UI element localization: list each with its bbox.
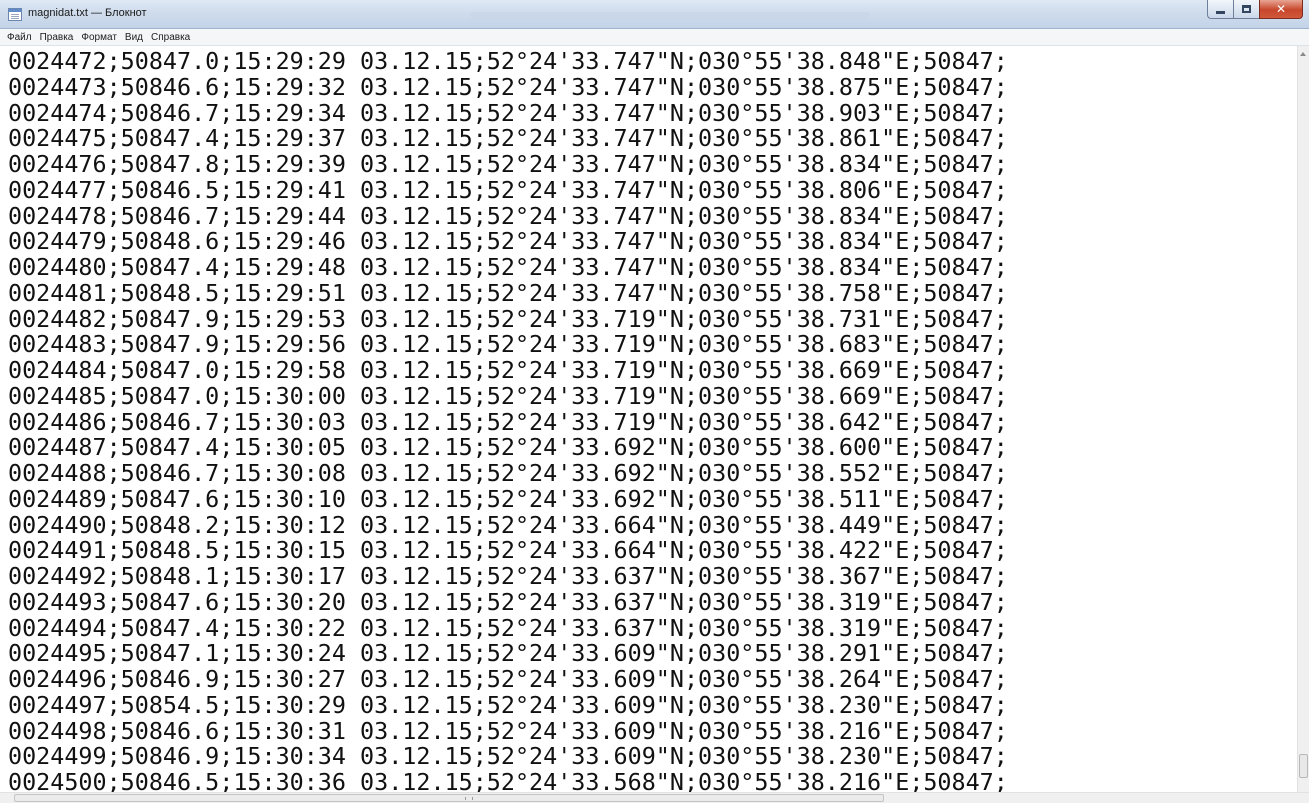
minimize-button[interactable] — [1207, 0, 1233, 19]
notepad-window: magnidat.txt — Блокнот ✕ Файл Правка Фор… — [0, 0, 1309, 803]
maximize-button[interactable] — [1233, 0, 1259, 19]
menu-view[interactable]: Вид — [121, 32, 147, 43]
text-line[interactable]: 0024490;50848.2;15:30:12 03.12.15;52°24'… — [8, 512, 1008, 539]
text-line[interactable]: 0024484;50847.0;15:29:58 03.12.15;52°24'… — [8, 357, 1008, 384]
vertical-scrollbar[interactable] — [1297, 46, 1309, 792]
text-line[interactable]: 0024474;50846.7;15:29:34 03.12.15;52°24'… — [8, 100, 1008, 127]
text-line[interactable]: 0024488;50846.7;15:30:08 03.12.15;52°24'… — [8, 460, 1008, 487]
menu-help[interactable]: Справка — [147, 32, 194, 43]
text-line[interactable]: 0024472;50847.0;15:29:29 03.12.15;52°24'… — [8, 48, 1008, 75]
text-line[interactable]: 0024482;50847.9;15:29:53 03.12.15;52°24'… — [8, 306, 1008, 333]
text-line[interactable]: 0024478;50846.7;15:29:44 03.12.15;52°24'… — [8, 203, 1008, 230]
close-button[interactable]: ✕ — [1259, 0, 1303, 19]
text-line[interactable]: 0024496;50846.9;15:30:27 03.12.15;52°24'… — [8, 666, 1008, 693]
scroll-up-arrow-icon[interactable] — [1300, 52, 1306, 56]
menu-file[interactable]: Файл — [3, 32, 36, 43]
text-line[interactable]: 0024498;50846.6;15:30:31 03.12.15;52°24'… — [8, 718, 1008, 745]
text-line[interactable]: 0024477;50846.5;15:29:41 03.12.15;52°24'… — [8, 177, 1008, 204]
title-bar[interactable]: magnidat.txt — Блокнот ✕ — [0, 0, 1309, 29]
text-line[interactable]: 0024489;50847.6;15:30:10 03.12.15;52°24'… — [8, 486, 1008, 513]
text-line[interactable]: 0024473;50846.6;15:29:32 03.12.15;52°24'… — [8, 74, 1008, 101]
horizontal-scroll-thumb[interactable] — [14, 794, 884, 802]
notepad-icon[interactable] — [8, 8, 22, 21]
text-line[interactable]: 0024485;50847.0;15:30:00 03.12.15;52°24'… — [8, 383, 1008, 410]
text-line[interactable]: 0024475;50847.4;15:29:37 03.12.15;52°24'… — [8, 125, 1008, 152]
text-line[interactable]: 0024499;50846.9;15:30:34 03.12.15;52°24'… — [8, 743, 1008, 770]
window-controls: ✕ — [1207, 0, 1303, 20]
text-line[interactable]: 0024481;50848.5;15:29:51 03.12.15;52°24'… — [8, 280, 1008, 307]
text-line[interactable]: 0024497;50854.5;15:30:29 03.12.15;52°24'… — [8, 692, 1008, 719]
text-line[interactable]: 0024493;50847.6;15:30:20 03.12.15;52°24'… — [8, 589, 1008, 616]
text-line[interactable]: 0024491;50848.5;15:30:15 03.12.15;52°24'… — [8, 537, 1008, 564]
text-line[interactable]: 0024480;50847.4;15:29:48 03.12.15;52°24'… — [8, 254, 1008, 281]
blurred-title-overlay — [470, 12, 870, 19]
window-title: magnidat.txt — Блокнот — [28, 7, 147, 19]
text-lines: 0024472;50847.0;15:29:29 03.12.15;52°24'… — [8, 48, 1008, 792]
text-line[interactable]: 0024492;50848.1;15:30:17 03.12.15;52°24'… — [8, 563, 1008, 590]
horizontal-scrollbar[interactable] — [0, 792, 1309, 803]
minimize-icon — [1216, 10, 1225, 14]
text-line[interactable]: 0024500;50846.5;15:30:36 03.12.15;52°24'… — [8, 769, 1008, 792]
text-line[interactable]: 0024487;50847.4;15:30:05 03.12.15;52°24'… — [8, 434, 1008, 461]
menu-format[interactable]: Формат — [77, 32, 121, 43]
text-line[interactable]: 0024479;50848.6;15:29:46 03.12.15;52°24'… — [8, 228, 1008, 255]
text-line[interactable]: 0024476;50847.8;15:29:39 03.12.15;52°24'… — [8, 151, 1008, 178]
text-line[interactable]: 0024486;50846.7;15:30:03 03.12.15;52°24'… — [8, 409, 1008, 436]
menu-edit[interactable]: Правка — [36, 32, 78, 43]
menu-bar: Файл Правка Формат Вид Справка — [0, 29, 1309, 46]
vertical-scroll-thumb[interactable] — [1299, 754, 1308, 778]
text-line[interactable]: 0024494;50847.4;15:30:22 03.12.15;52°24'… — [8, 615, 1008, 642]
scroll-grip-icon — [465, 797, 473, 800]
close-icon: ✕ — [1275, 2, 1287, 16]
text-line[interactable]: 0024495;50847.1;15:30:24 03.12.15;52°24'… — [8, 640, 1008, 667]
maximize-icon — [1242, 5, 1251, 13]
text-line[interactable]: 0024483;50847.9;15:29:56 03.12.15;52°24'… — [8, 331, 1008, 358]
text-editor[interactable]: 0024472;50847.0;15:29:29 03.12.15;52°24'… — [0, 46, 1297, 792]
